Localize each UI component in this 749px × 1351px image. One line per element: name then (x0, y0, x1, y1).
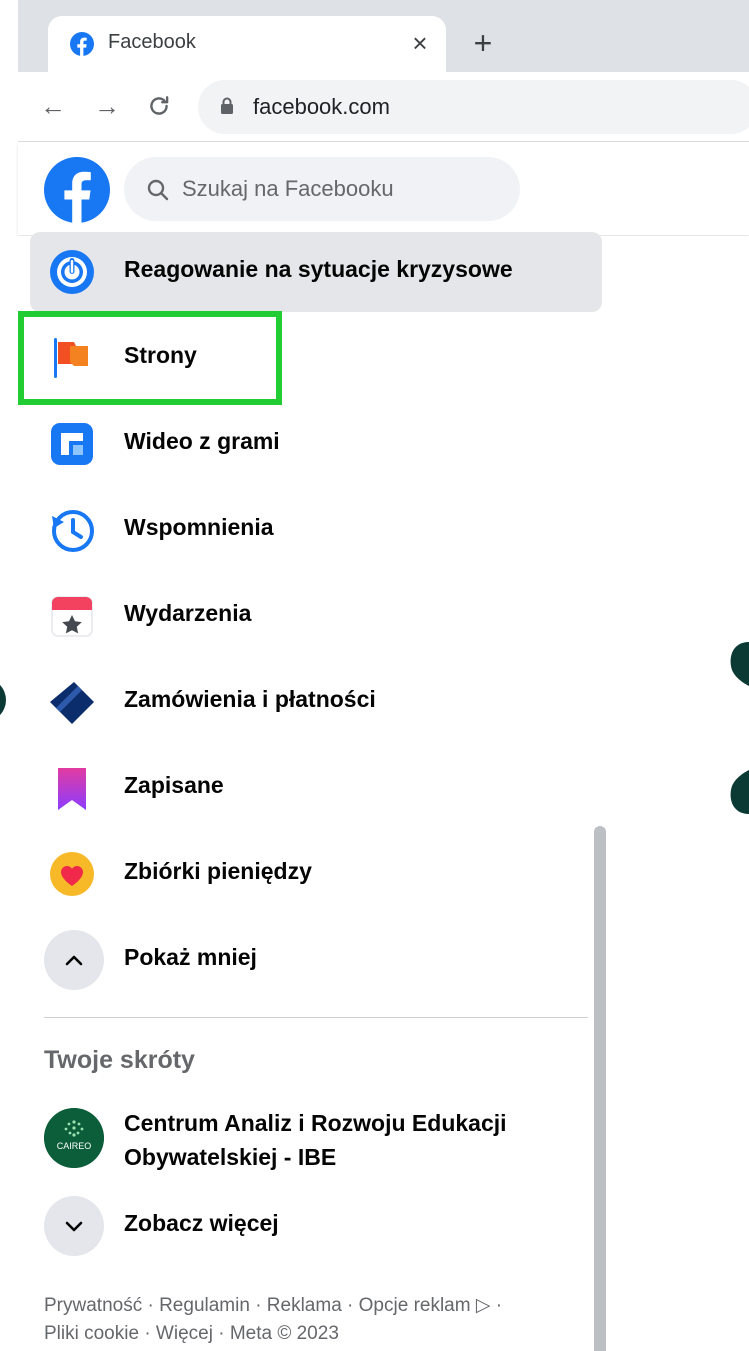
search-icon (147, 179, 169, 201)
footer-links[interactable]: Prywatność · Regulamin · Reklama · Opcje… (44, 1292, 604, 1348)
gaming-video-icon (51, 423, 93, 465)
facebook-header (18, 143, 749, 235)
chevron-down-icon (65, 1221, 83, 1232)
address-bar[interactable]: facebook.com (198, 80, 749, 134)
menu-item-label: Wideo z grami (124, 428, 280, 454)
show-less-circle (44, 930, 104, 990)
caireo-logo-text: CAIREO (57, 1141, 92, 1151)
menu-item-fundraisers[interactable]: Zbiórki pieniędzy (30, 834, 602, 914)
show-less-button[interactable]: Pokaż mniej (30, 920, 602, 1000)
memories-clock-icon (52, 510, 94, 552)
tab-close-icon[interactable]: × (406, 29, 434, 57)
decorative-blob-left (0, 678, 6, 722)
footer-line1[interactable]: Prywatność · Regulamin · Reklama · Opcje… (44, 1292, 604, 1320)
shortcut-label-line2: Obywatelskiej - IBE (124, 1144, 337, 1170)
back-arrow-icon[interactable]: ← (36, 89, 70, 123)
facebook-logo-icon[interactable] (44, 157, 110, 223)
browser-toolbar: ← → facebook.com (18, 72, 749, 142)
reload-icon[interactable] (142, 89, 176, 123)
crisis-response-icon (50, 250, 94, 294)
events-calendar-icon (51, 596, 93, 637)
fundraisers-heart-icon (50, 852, 94, 896)
search-box[interactable] (124, 157, 520, 221)
lock-icon (221, 97, 233, 114)
footer-line2[interactable]: Pliki cookie · Więcej · Meta © 2023 (44, 1320, 604, 1348)
browser-tab[interactable]: Facebook × (48, 16, 446, 72)
search-input[interactable] (182, 157, 502, 221)
shortcut-label-line1: Centrum Analiz i Rozwoju Edukacji (124, 1110, 507, 1136)
screenshot: Facebook × + ← → facebook.com Szukaj na … (0, 0, 749, 1351)
left-sidebar-menu: Reagowanie na sytuacje kryzysowe Strony … (18, 232, 749, 1351)
chevron-up-icon (65, 955, 83, 966)
see-more-circle (44, 1196, 104, 1256)
see-more-button[interactable]: Zobacz więcej (30, 1186, 602, 1266)
menu-item-gaming-video[interactable]: Wideo z grami (30, 404, 602, 484)
menu-item-memories[interactable]: Wspomnienia (30, 490, 602, 570)
menu-item-orders-payments[interactable]: Zamówienia i płatności (30, 662, 602, 742)
section-divider (44, 1017, 588, 1018)
tab-title: Facebook (108, 31, 196, 53)
menu-item-saved[interactable]: Zapisane (30, 748, 602, 828)
menu-item-label: Reagowanie na sytuacje kryzysowe (124, 256, 513, 282)
menu-item-crisis-response[interactable]: Reagowanie na sytuacje kryzysowe (30, 232, 602, 312)
see-more-label: Zobacz więcej (124, 1210, 279, 1236)
new-tab-icon[interactable]: + (468, 27, 498, 59)
saved-bookmark-icon (58, 768, 86, 810)
caireo-avatar: CAIREO (44, 1108, 104, 1168)
show-less-label: Pokaż mniej (124, 944, 257, 970)
menu-item-label: Zapisane (124, 772, 224, 798)
highlight-annotation-box (18, 311, 282, 405)
caireo-logo-icon: CAIREO (44, 1108, 104, 1168)
shortcut-label: Centrum Analiz i Rozwoju Edukacji Obywat… (124, 1106, 564, 1174)
menu-item-events[interactable]: Wydarzenia (30, 576, 602, 656)
facebook-favicon-icon (70, 32, 94, 56)
url-text: facebook.com (253, 94, 390, 119)
menu-item-label: Zamówienia i płatności (124, 686, 376, 712)
browser-tab-strip: Facebook × + (18, 0, 749, 72)
menu-item-label: Wydarzenia (124, 600, 252, 626)
orders-payments-card-icon (50, 682, 94, 724)
sidebar-scrollbar[interactable] (594, 826, 606, 1351)
menu-item-label: Wspomnienia (124, 514, 274, 540)
forward-arrow-icon[interactable]: → (90, 89, 124, 123)
decorative-blob-right (730, 642, 749, 814)
shortcuts-section-title: Twoje skróty (44, 1046, 195, 1074)
menu-item-label: Zbiórki pieniędzy (124, 858, 312, 884)
